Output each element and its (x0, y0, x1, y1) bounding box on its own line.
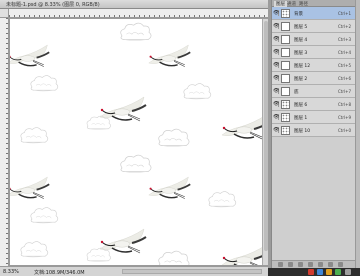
new-layer-icon[interactable] (328, 262, 333, 267)
eye-icon[interactable]: 👁 (273, 114, 279, 120)
eye-icon[interactable]: 👁 (273, 49, 279, 55)
canvas[interactable] (10, 19, 262, 265)
layer-row[interactable]: 👁 图层 1 Ctrl+9 (272, 111, 356, 124)
layers-panel: 图层 通道 路径 👁 背景 Ctrl+1 👁 图层 5 Ctrl+2 👁 图层 … (271, 0, 356, 268)
eye-icon[interactable]: 👁 (273, 88, 279, 94)
layers-panel-footer (272, 260, 356, 268)
document-tab[interactable]: 未标题-1.psd @ 8.33% (图层 0, RGB/8) (0, 0, 268, 9)
horizontal-scrollbar[interactable] (122, 269, 262, 274)
layer-row[interactable]: 👁 背景 Ctrl+1 (272, 7, 356, 20)
layer-name: 背景 (294, 12, 303, 17)
tray-input-icon[interactable] (326, 269, 332, 275)
layer-row[interactable]: 👁 图层 4 Ctrl+3 (272, 33, 356, 46)
eye-icon[interactable]: 👁 (273, 36, 279, 42)
layer-name: 图层 6 (294, 103, 308, 108)
layer-shortcut: Ctrl+1 (338, 11, 352, 16)
layer-shortcut: Ctrl+6 (338, 76, 352, 81)
document-window: 未标题-1.psd @ 8.33% (图层 0, RGB/8) 8.33% 文档… (0, 0, 268, 276)
new-group-icon[interactable] (318, 262, 323, 267)
layer-thumbnail (281, 113, 290, 122)
tray-app-icon[interactable] (308, 269, 314, 275)
layer-thumbnail (281, 48, 290, 57)
layer-thumbnail (281, 74, 290, 83)
layer-thumbnail (281, 35, 290, 44)
canvas-artwork (10, 22, 262, 265)
layer-mask-icon[interactable] (298, 262, 303, 267)
layer-shortcut: Ctrl+4 (338, 50, 352, 55)
layer-thumbnail (281, 22, 290, 31)
layer-name: 图层 5 (294, 25, 308, 30)
tray-volume-icon[interactable] (345, 269, 351, 275)
eye-icon[interactable]: 👁 (273, 62, 279, 68)
eye-icon[interactable]: 👁 (273, 127, 279, 133)
system-tray (268, 268, 360, 276)
tray-network-icon[interactable] (317, 269, 323, 275)
layer-shortcut: Ctrl+7 (338, 89, 352, 94)
link-layers-icon[interactable] (278, 262, 283, 267)
zoom-level[interactable]: 8.33% (3, 269, 19, 275)
layer-thumbnail (281, 126, 290, 135)
layer-thumbnail (281, 61, 290, 70)
delete-layer-icon[interactable] (338, 262, 343, 267)
layer-shortcut: Ctrl+3 (338, 37, 352, 42)
layer-row[interactable]: 👁 图层 3 Ctrl+4 (272, 46, 356, 59)
layer-name: 图层 4 (294, 38, 308, 43)
eye-icon[interactable]: 👁 (273, 75, 279, 81)
layer-row[interactable]: 👁 图层 5 Ctrl+2 (272, 20, 356, 33)
layer-shortcut: Ctrl+9 (338, 115, 352, 120)
layer-name: 图层 12 (294, 64, 311, 69)
layer-shortcut: Ctrl+0 (338, 128, 352, 133)
layer-name: 图层 2 (294, 77, 308, 82)
vertical-ruler[interactable] (0, 18, 9, 266)
layer-name: 图层 10 (294, 129, 311, 134)
panel-scrollbar[interactable] (355, 0, 360, 268)
document-info[interactable]: 文档:108.9M/346.0M (34, 269, 85, 276)
layer-shortcut: Ctrl+2 (338, 24, 352, 29)
layers-empty-area (272, 137, 356, 260)
eye-icon[interactable]: 👁 (273, 101, 279, 107)
layer-name: 图层 1 (294, 116, 308, 121)
layer-row[interactable]: 👁 图层 2 Ctrl+6 (272, 72, 356, 85)
layer-shortcut: Ctrl+8 (338, 102, 352, 107)
layer-shortcut: Ctrl+5 (338, 63, 352, 68)
ruler-corner[interactable] (0, 9, 9, 18)
tray-security-icon[interactable] (335, 269, 341, 275)
right-panel-dock: 图层 通道 路径 👁 背景 Ctrl+1 👁 图层 5 Ctrl+2 👁 图层 … (268, 0, 360, 276)
status-bar: 8.33% 文档:108.9M/346.0M (0, 266, 268, 276)
layer-row[interactable]: 👁 图层 12 Ctrl+5 (272, 59, 356, 72)
layer-name: 图层 3 (294, 51, 308, 56)
document-title: 未标题-1.psd @ 8.33% (图层 0, RGB/8) (6, 2, 100, 8)
layer-thumbnail (281, 9, 290, 18)
eye-icon[interactable]: 👁 (273, 10, 279, 16)
layer-row[interactable]: 👁 图层 6 Ctrl+8 (272, 98, 356, 111)
layer-thumbnail (281, 87, 290, 96)
panel-tabs: 图层 通道 路径 (272, 0, 356, 7)
layer-row[interactable]: 👁 底 Ctrl+7 (272, 85, 356, 98)
layer-name: 底 (294, 90, 299, 95)
adjustment-layer-icon[interactable] (308, 262, 313, 267)
eye-icon[interactable]: 👁 (273, 23, 279, 29)
layer-style-icon[interactable] (288, 262, 293, 267)
horizontal-ruler[interactable] (9, 9, 268, 18)
layer-row[interactable]: 👁 图层 10 Ctrl+0 (272, 124, 356, 137)
layer-thumbnail (281, 100, 290, 109)
